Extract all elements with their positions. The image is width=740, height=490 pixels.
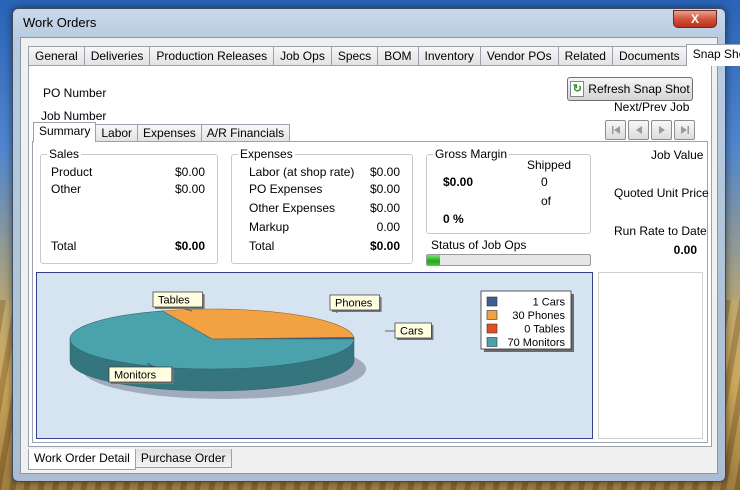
next-icon (658, 126, 665, 134)
run-rate-value: 0.00 (673, 243, 697, 257)
next-prev-label: Next/Prev Job (614, 100, 690, 114)
legend-swatch-monitors (486, 337, 498, 347)
gross-margin-amount: $0.00 (443, 175, 474, 189)
refresh-button-label: Refresh Snap Shot (588, 82, 690, 96)
tab-work-order-detail[interactable]: Work Order Detail (28, 449, 136, 470)
tab-job-ops[interactable]: Job Ops (273, 46, 332, 66)
first-job-button[interactable] (605, 120, 626, 140)
close-button[interactable]: X (673, 10, 717, 28)
shipped-value: 0 (541, 175, 548, 189)
sales-group: Sales Product $0.00 Other $0.00 Total $0… (40, 147, 218, 264)
next-job-button[interactable] (651, 120, 672, 140)
subtab-ar-financials[interactable]: A/R Financials (200, 124, 291, 142)
other-sales-label: Other (51, 182, 82, 196)
subtab-summary[interactable]: Summary (33, 122, 97, 142)
run-rate-label: Run Rate to Date (614, 224, 707, 238)
job-ops-progress-fill (427, 255, 441, 265)
job-number-label: Job Number (41, 109, 107, 123)
expenses-total-label: Total (249, 239, 275, 253)
po-expenses-value: $0.00 (369, 182, 400, 196)
window-client: General Deliveries Production Releases J… (20, 37, 740, 474)
shipped-label: Shipped (527, 158, 572, 172)
subtab-labor[interactable]: Labor (95, 124, 139, 142)
summary-panel: Sales Product $0.00 Other $0.00 Total $0… (32, 141, 709, 443)
tab-vendor-pos[interactable]: Vendor POs (479, 46, 559, 66)
expenses-group: Expenses Labor (at shop rate) $0.00 PO E… (231, 147, 413, 264)
expenses-total-value: $0.00 (369, 239, 400, 253)
pie-chart: Tables Phones Cars Monitors 1 Cars30 Phones 0… (69, 290, 574, 399)
job-value-title: Job Value (651, 148, 704, 162)
legend-label-phones: 30 Phones (512, 310, 565, 322)
bottom-tabstrip: Work Order Detail Purchase Order (28, 449, 232, 470)
tab-snap-shot[interactable]: Snap Shot (685, 44, 740, 66)
callout-label-cars: Cars (400, 326, 424, 338)
expenses-title: Expenses (238, 147, 295, 161)
po-number-label: PO Number (43, 86, 107, 100)
other-expenses-label: Other Expenses (249, 201, 336, 215)
sales-total-value: $0.00 (174, 239, 205, 253)
sales-title: Sales (47, 147, 82, 161)
other-sales-value: $0.00 (174, 182, 205, 196)
po-expenses-label: PO Expenses (249, 182, 323, 196)
title-bar[interactable]: Work Orders X (13, 9, 725, 37)
gross-margin-group: Gross Margin $0.00 0 % Shipped 0 of (426, 147, 591, 234)
callout-label-monitors: Monitors (114, 370, 157, 382)
last-job-button[interactable] (674, 120, 695, 140)
tab-purchase-order[interactable]: Purchase Order (134, 449, 232, 468)
tab-bom[interactable]: BOM (377, 46, 419, 66)
tab-inventory[interactable]: Inventory (417, 46, 481, 66)
main-tabstrip: General Deliveries Production Releases J… (28, 44, 740, 66)
legend-label-tables: 0 Tables (524, 324, 565, 336)
tab-related[interactable]: Related (557, 46, 613, 66)
labor-value: $0.00 (369, 165, 400, 179)
markup-label: Markup (249, 220, 290, 234)
tab-specs[interactable]: Specs (330, 46, 379, 66)
sales-total-label: Total (51, 239, 77, 253)
labor-label: Labor (at shop rate) (249, 165, 355, 179)
side-info-box (598, 272, 703, 439)
last-icon (680, 126, 689, 134)
quoted-unit-price-label: Quoted Unit Price (614, 186, 709, 200)
legend-label-cars: 1 Cars (533, 297, 566, 309)
callout-label-tables: Tables (158, 295, 190, 307)
tab-documents[interactable]: Documents (611, 46, 687, 66)
callout-label-phones: Phones (335, 298, 373, 310)
work-orders-window: Work Orders X General Deliveries Product… (12, 8, 740, 482)
tab-deliveries[interactable]: Deliveries (83, 46, 151, 66)
legend-swatch-cars (486, 296, 498, 307)
pie-chart-area: Tables Phones Cars Monitors 1 Cars 30 Phones 0… (36, 272, 593, 439)
tab-general[interactable]: General (28, 46, 85, 66)
status-job-ops-label: Status of Job Ops (431, 238, 527, 252)
job-nav-buttons (605, 120, 695, 140)
refresh-icon: ↻ (570, 81, 585, 97)
prev-job-button[interactable] (628, 120, 649, 140)
window-title: Work Orders (23, 15, 97, 30)
first-icon (611, 126, 620, 134)
other-expenses-value: $0.00 (369, 201, 400, 215)
refresh-snap-shot-button[interactable]: ↻ Refresh Snap Shot (567, 77, 693, 101)
gross-margin-percent: 0 % (443, 212, 464, 226)
summary-tabstrip: Summary Labor Expenses A/R Financials (33, 122, 291, 142)
legend-swatch-phones (486, 310, 498, 320)
subtab-expenses[interactable]: Expenses (137, 124, 202, 142)
job-ops-progress-bar (426, 254, 591, 266)
markup-value: 0.00 (376, 220, 400, 234)
gross-margin-title: Gross Margin (433, 147, 510, 161)
product-label: Product (51, 165, 93, 179)
of-label: of (541, 194, 552, 208)
prev-icon (635, 126, 642, 134)
snap-shot-panel: PO Number Job Number ↻ Refresh Snap Shot… (28, 65, 712, 447)
legend-label-monitors: 70 Monitors (508, 337, 566, 349)
legend-swatch-tables (486, 323, 498, 334)
tab-production-releases[interactable]: Production Releases (149, 46, 275, 66)
product-value: $0.00 (174, 165, 205, 179)
